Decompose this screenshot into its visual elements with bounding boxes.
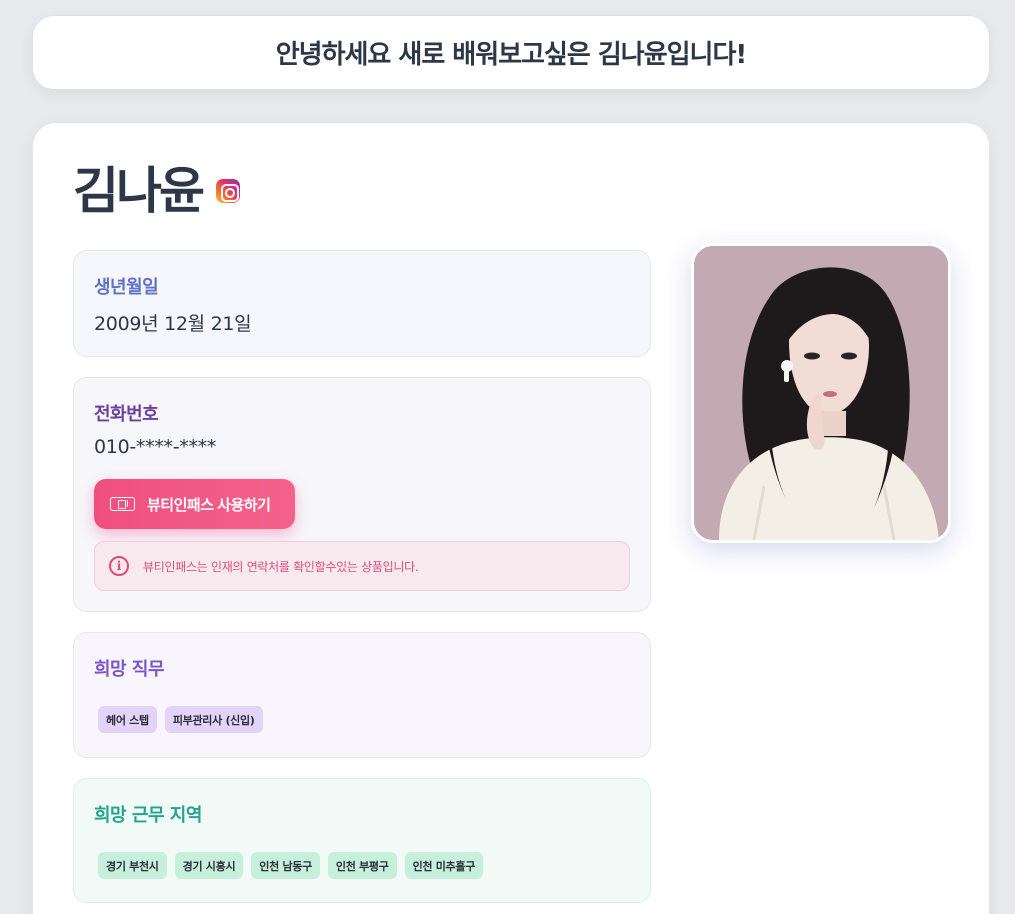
job-tags: 헤어 스텝 피부관리사 (신입)	[98, 706, 263, 733]
beauty-pass-notice: i 뷰티인패스는 인재의 연락처를 확인할수있는 상품입니다.	[94, 541, 630, 591]
profile-name: 김나윤	[73, 162, 205, 220]
phone-title: 전화번호	[94, 404, 159, 425]
info-icon: i	[109, 556, 129, 576]
instagram-icon[interactable]	[216, 179, 240, 203]
beauty-pass-button-label: 뷰티인패스 사용하기	[147, 496, 271, 514]
area-tag: 인천 남동구	[251, 852, 320, 879]
profile-photo	[691, 243, 951, 543]
area-tag: 경기 부천시	[98, 852, 167, 879]
name-row: 김나윤	[73, 161, 240, 221]
job-tag: 헤어 스텝	[98, 706, 157, 733]
profile-card: 김나윤 생년월일 2009년 12월 21일 전화번호 010-****-***…	[32, 122, 990, 914]
area-tag: 인천 미추홀구	[404, 852, 484, 879]
ticket-icon	[110, 497, 135, 511]
area-section: 희망 근무 지역 경기 부천시 경기 시흥시 인천 남동구 인천 부평구 인천 …	[73, 778, 651, 903]
birth-value: 2009년 12월 21일	[94, 313, 252, 335]
area-tag: 경기 시흥시	[174, 852, 244, 879]
beauty-pass-button[interactable]: 뷰티인패스 사용하기	[94, 479, 295, 529]
notice-text: 뷰티인패스는 인재의 연락처를 확인할수있는 상품입니다.	[143, 559, 419, 574]
job-tag: 피부관리사 (신입)	[164, 706, 263, 733]
area-tag: 인천 부평구	[327, 852, 397, 879]
birth-section: 생년월일 2009년 12월 21일	[73, 250, 651, 357]
area-title: 희망 근무 지역	[94, 805, 202, 826]
job-title: 희망 직무	[94, 659, 165, 680]
greeting-card: 안녕하세요 새로 배워보고싶은 김나윤입니다!	[32, 15, 990, 90]
phone-value: 010-****-****	[94, 436, 217, 458]
phone-section: 전화번호 010-****-**** 뷰티인패스 사용하기 i 뷰티인패스는 인…	[73, 377, 651, 612]
greeting-text: 안녕하세요 새로 배워보고싶은 김나윤입니다!	[275, 40, 747, 70]
job-section: 희망 직무 헤어 스텝 피부관리사 (신입)	[73, 632, 651, 758]
area-tags: 경기 부천시 경기 시흥시 인천 남동구 인천 부평구 인천 미추홀구	[98, 852, 484, 879]
birth-title: 생년월일	[94, 277, 159, 298]
